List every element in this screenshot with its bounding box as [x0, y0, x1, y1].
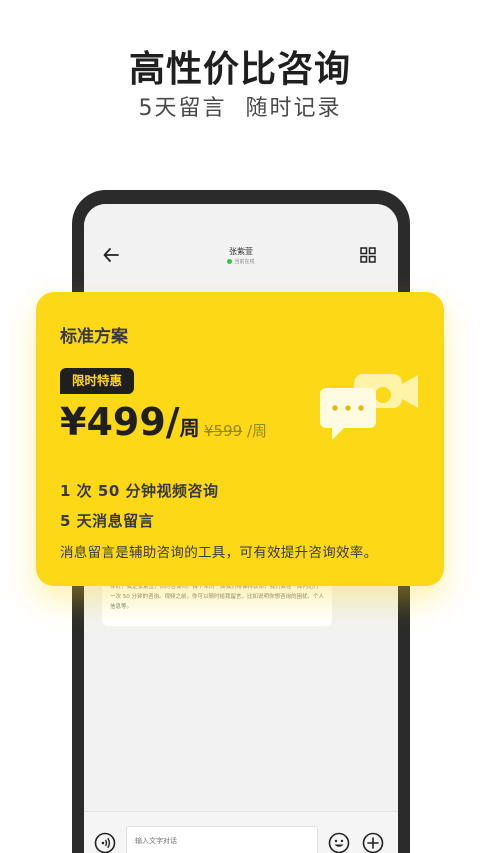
- headline: 高性价比咨询: [128, 49, 351, 90]
- contact-status: 当前在线: [234, 259, 255, 265]
- contact-info: 张紫萱 当前在线: [84, 246, 398, 265]
- input-bar: [84, 811, 398, 853]
- plan-description: 消息留言是辅助咨询的工具，可有效提升咨询效率。: [60, 545, 378, 561]
- video-chat-icon: [320, 374, 418, 440]
- price-value: ¥499/: [60, 400, 180, 444]
- message-input[interactable]: [126, 826, 318, 853]
- feature-item: 5 天消息留言: [60, 512, 155, 530]
- price-unit: 周: [179, 416, 200, 440]
- feature-item: 1 次 50 分钟视频咨询: [60, 482, 219, 500]
- voice-icon[interactable]: [94, 832, 116, 853]
- original-price-value: ¥599: [204, 422, 243, 440]
- plan-price: ¥499/周: [60, 400, 200, 444]
- online-status-dot: [227, 259, 233, 264]
- chat-header: 张紫萱 当前在线: [84, 204, 398, 294]
- plus-icon[interactable]: [362, 832, 384, 853]
- promo-badge: 限时特惠: [60, 368, 135, 394]
- original-price: ¥599 /周: [204, 420, 267, 441]
- emoji-icon[interactable]: [328, 832, 350, 853]
- plan-card[interactable]: 标准方案 限时特惠 ¥499/周 ¥599 /周 1 次 50 分钟视频咨询 5…: [36, 292, 444, 586]
- contact-name: 张紫萱: [229, 247, 253, 256]
- subline: 5天留言 随时记录: [138, 96, 342, 121]
- original-price-unit: /周: [242, 422, 268, 440]
- grid-icon[interactable]: [360, 247, 376, 263]
- plan-title: 标准方案: [60, 327, 128, 347]
